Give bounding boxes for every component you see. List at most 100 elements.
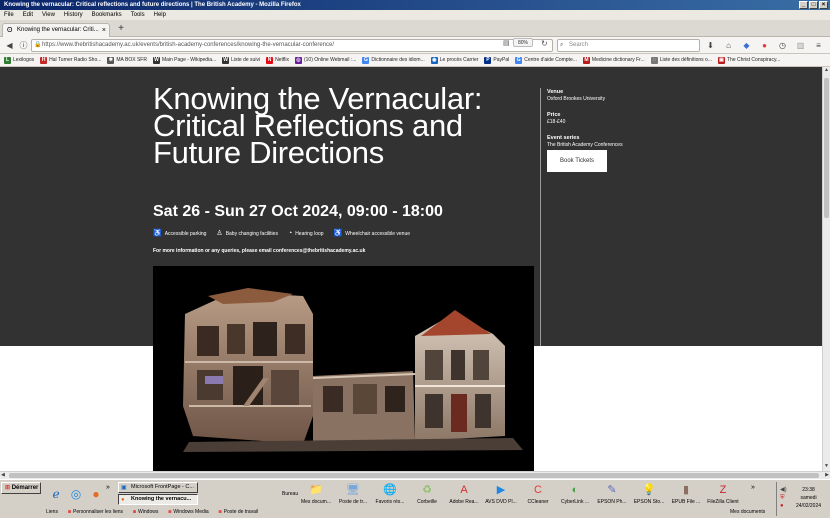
clock-time: 23:38 <box>802 487 815 493</box>
firefox-quicklaunch-icon[interactable]: ● <box>88 486 104 502</box>
menu-edit[interactable]: Edit <box>23 10 33 20</box>
scroll-left-icon[interactable]: ◀ <box>1 472 5 478</box>
link-poste-de-travail[interactable]: ◙ Poste de travail <box>219 509 259 515</box>
clock[interactable]: 23:38 samedi 24/02/2024 <box>796 486 821 510</box>
my-documents-icon: 📁 <box>309 484 323 496</box>
desktop-shortcut[interactable]: 🌐 Favoris rés... <box>372 482 408 505</box>
menu-view[interactable]: View <box>42 10 55 20</box>
browser-tab[interactable]: ʘ Knowing the vernacular: Criti... × <box>2 23 110 37</box>
search-input[interactable]: ⌕ Search <box>557 39 700 52</box>
desktop-shortcut[interactable]: ♻ Corbeille <box>409 482 445 505</box>
history-icon[interactable]: ◷ <box>776 39 789 52</box>
window-title: Knowing the vernacular: Critical reflect… <box>4 2 301 8</box>
shortcut-label: Favoris rés... <box>375 499 405 505</box>
bookmark-item[interactable]: M Medicine dictionary Fr... <box>582 54 645 66</box>
bookmark-item[interactable]: L Lexilogos <box>4 54 34 66</box>
home-icon[interactable]: ⌂ <box>722 39 735 52</box>
bookmark-favicon-icon: M <box>582 56 590 64</box>
bookmark-favicon-icon: ◉ <box>430 56 438 64</box>
site-info-icon[interactable]: ⓘ <box>17 39 30 52</box>
cyberlink-icon: ◐ <box>571 484 579 496</box>
reload-icon[interactable]: ↻ <box>541 39 548 48</box>
baby-changing-icon: ♙ <box>216 230 223 237</box>
browser-quicklaunch-icon[interactable]: ◎ <box>68 486 84 502</box>
vertical-scroll-thumb[interactable] <box>824 78 829 218</box>
bookmark-item[interactable]: ▣ The Christ Conspiracy... <box>717 54 780 66</box>
back-icon[interactable]: ◀ <box>3 39 16 52</box>
bookmark-item[interactable]: W Main Page - Wikipedia... <box>152 54 216 66</box>
menu-help[interactable]: Help <box>154 10 166 20</box>
sidebar-icon[interactable]: ▥ <box>794 39 807 52</box>
taskbar-frontpage[interactable]: ▣ Microsoft FrontPage - C... <box>118 482 198 493</box>
download-icon[interactable]: ⬇ <box>704 39 717 52</box>
menu-tools[interactable]: Tools <box>131 10 145 20</box>
desktop-shortcut[interactable]: ◐ CyberLink ... <box>557 482 593 505</box>
bookmark-item[interactable]: H Hal Turner Radio Sho... <box>40 54 101 66</box>
scroll-down-icon[interactable]: ▼ <box>823 463 830 471</box>
close-window-button[interactable]: × <box>819 1 828 9</box>
desktop-shortcut[interactable]: 🖥 Poste de tr... <box>335 482 371 505</box>
desktop-shortcut[interactable]: ▶ AVS DVD Pl... <box>483 482 519 505</box>
desktop-shortcut[interactable]: 💡 EPSON Sto... <box>631 482 667 505</box>
bookmark-label: PayPal <box>493 56 510 63</box>
bookmark-item[interactable]: ◉ Le procès Carrier <box>430 54 478 66</box>
shortcut-label: CyberLink ... <box>560 499 590 505</box>
desktop-shortcut[interactable]: A Adobe Rea... <box>446 482 482 505</box>
maximize-button[interactable]: □ <box>809 1 818 9</box>
series-value[interactable]: The British Academy Conferences <box>547 142 623 149</box>
my-documents-toolbar[interactable]: Mes documents <box>730 509 765 515</box>
desktop-shortcut[interactable]: ▮ EPUB File ... <box>668 482 704 505</box>
desktop-toolbar-chevron-icon[interactable]: » <box>751 484 755 491</box>
security-icon[interactable]: ⛨ <box>780 494 787 502</box>
bookmark-item[interactable]: G Dictionnaire des idiom... <box>362 54 425 66</box>
reader-view-icon[interactable]: ▤ <box>503 39 510 47</box>
horizontal-scroll-thumb[interactable] <box>9 473 819 478</box>
vertical-scrollbar[interactable]: ▲ ▼ <box>822 67 830 471</box>
book-tickets-button[interactable]: Book Tickets <box>547 150 607 172</box>
antivirus-icon[interactable]: ● <box>780 502 787 510</box>
url-bar[interactable]: 🔒 https://www.thebritishacademy.ac.uk/ev… <box>31 39 553 52</box>
adblock-icon[interactable]: ● <box>758 39 771 52</box>
menu-history[interactable]: History <box>64 10 83 20</box>
minimize-button[interactable]: _ <box>799 1 808 9</box>
bookmark-label: Centre d'aide Compte... <box>524 56 577 63</box>
desktop-shortcut[interactable]: 📁 Mes docum... <box>298 482 334 505</box>
search-placeholder: Search <box>569 42 589 48</box>
bookmark-favicon-icon: N <box>266 56 274 64</box>
ie-quicklaunch-icon[interactable]: ℯ <box>48 486 64 502</box>
scroll-up-icon[interactable]: ▲ <box>823 67 830 75</box>
network-favorites-icon: 🌐 <box>383 484 397 496</box>
bookmark-item[interactable]: ✱ MA BOX SFR <box>107 54 147 66</box>
bookmark-label: Liste des définitions o... <box>659 56 712 63</box>
bookmark-item[interactable]: ◎ (10) Online Webmail :... <box>294 54 356 66</box>
extension-icon[interactable]: ◆ <box>740 39 753 52</box>
volume-icon[interactable]: ◀) <box>780 486 787 494</box>
event-sidebar: Venue Oxford Brookes University Price £1… <box>547 88 623 157</box>
bookmark-item[interactable]: G Centre d'aide Compte... <box>515 54 577 66</box>
link-windows-media[interactable]: ◙ Windows Media <box>168 509 208 515</box>
shortcut-label: EPSON Ph... <box>597 499 627 505</box>
bookmark-favicon-icon: G <box>515 56 523 64</box>
bookmark-item[interactable]: N Netflix <box>266 54 289 66</box>
menu-file[interactable]: File <box>4 10 14 20</box>
start-button[interactable]: ⊞ Démarrer <box>1 482 41 494</box>
bookmark-item[interactable]: ◌ Liste des définitions o... <box>650 54 712 66</box>
menu-bookmarks[interactable]: Bookmarks <box>92 10 122 20</box>
zoom-level[interactable]: 80% <box>513 38 533 47</box>
desktop-shortcut[interactable]: ✎ EPSON Ph... <box>594 482 630 505</box>
scroll-right-icon[interactable]: ▶ <box>825 472 829 478</box>
link-windows[interactable]: ◙ Windows <box>133 509 158 515</box>
link-personnaliser[interactable]: ◙ Personnaliser les liens <box>68 509 123 515</box>
desktop-shortcut[interactable]: Z FileZilla Client <box>705 482 741 505</box>
bookmark-item[interactable]: W Liste de suivi <box>222 54 260 66</box>
hamburger-menu-icon[interactable]: ≡ <box>812 39 825 52</box>
horizontal-scrollbar[interactable]: ◀ ▶ <box>0 471 830 479</box>
close-tab-icon[interactable]: × <box>102 24 106 37</box>
bookmark-item[interactable]: P PayPal <box>484 54 509 66</box>
taskbar-firefox[interactable]: ● Knowing the vernacu... <box>118 494 198 505</box>
shortcut-label: CCleaner <box>527 499 549 505</box>
desktop-shortcut[interactable]: C CCleaner <box>520 482 556 505</box>
shortcut-label: EPSON Sto... <box>633 499 665 505</box>
new-tab-button[interactable]: + <box>114 23 128 35</box>
quicklaunch-chevron-icon[interactable]: » <box>106 484 110 491</box>
